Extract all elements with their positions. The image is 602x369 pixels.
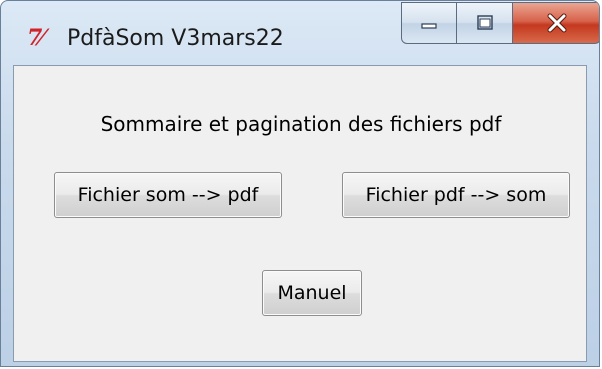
- app-window: 7⁄ PdfàSom V3mars22 Sommaire et paginati…: [0, 0, 600, 367]
- close-icon: [547, 13, 566, 33]
- maximize-button[interactable]: [457, 2, 513, 44]
- page-title: Sommaire et pagination des fichiers pdf: [100, 112, 502, 136]
- pdf-to-som-button[interactable]: Fichier pdf --> som: [342, 172, 570, 218]
- client-area: Sommaire et pagination des fichiers pdf …: [13, 65, 587, 362]
- close-button[interactable]: [513, 2, 599, 44]
- minimize-icon: [421, 23, 437, 29]
- window-title: PdfàSom V3mars22: [67, 26, 284, 51]
- som-to-pdf-button[interactable]: Fichier som --> pdf: [54, 172, 282, 218]
- maximize-icon: [476, 15, 493, 30]
- tk-feather-icon[interactable]: 7⁄: [27, 25, 59, 51]
- window-controls: [401, 2, 599, 44]
- manual-button[interactable]: Manuel: [262, 270, 362, 316]
- title-bar[interactable]: 7⁄ PdfàSom V3mars22: [1, 1, 599, 65]
- minimize-button[interactable]: [401, 2, 457, 44]
